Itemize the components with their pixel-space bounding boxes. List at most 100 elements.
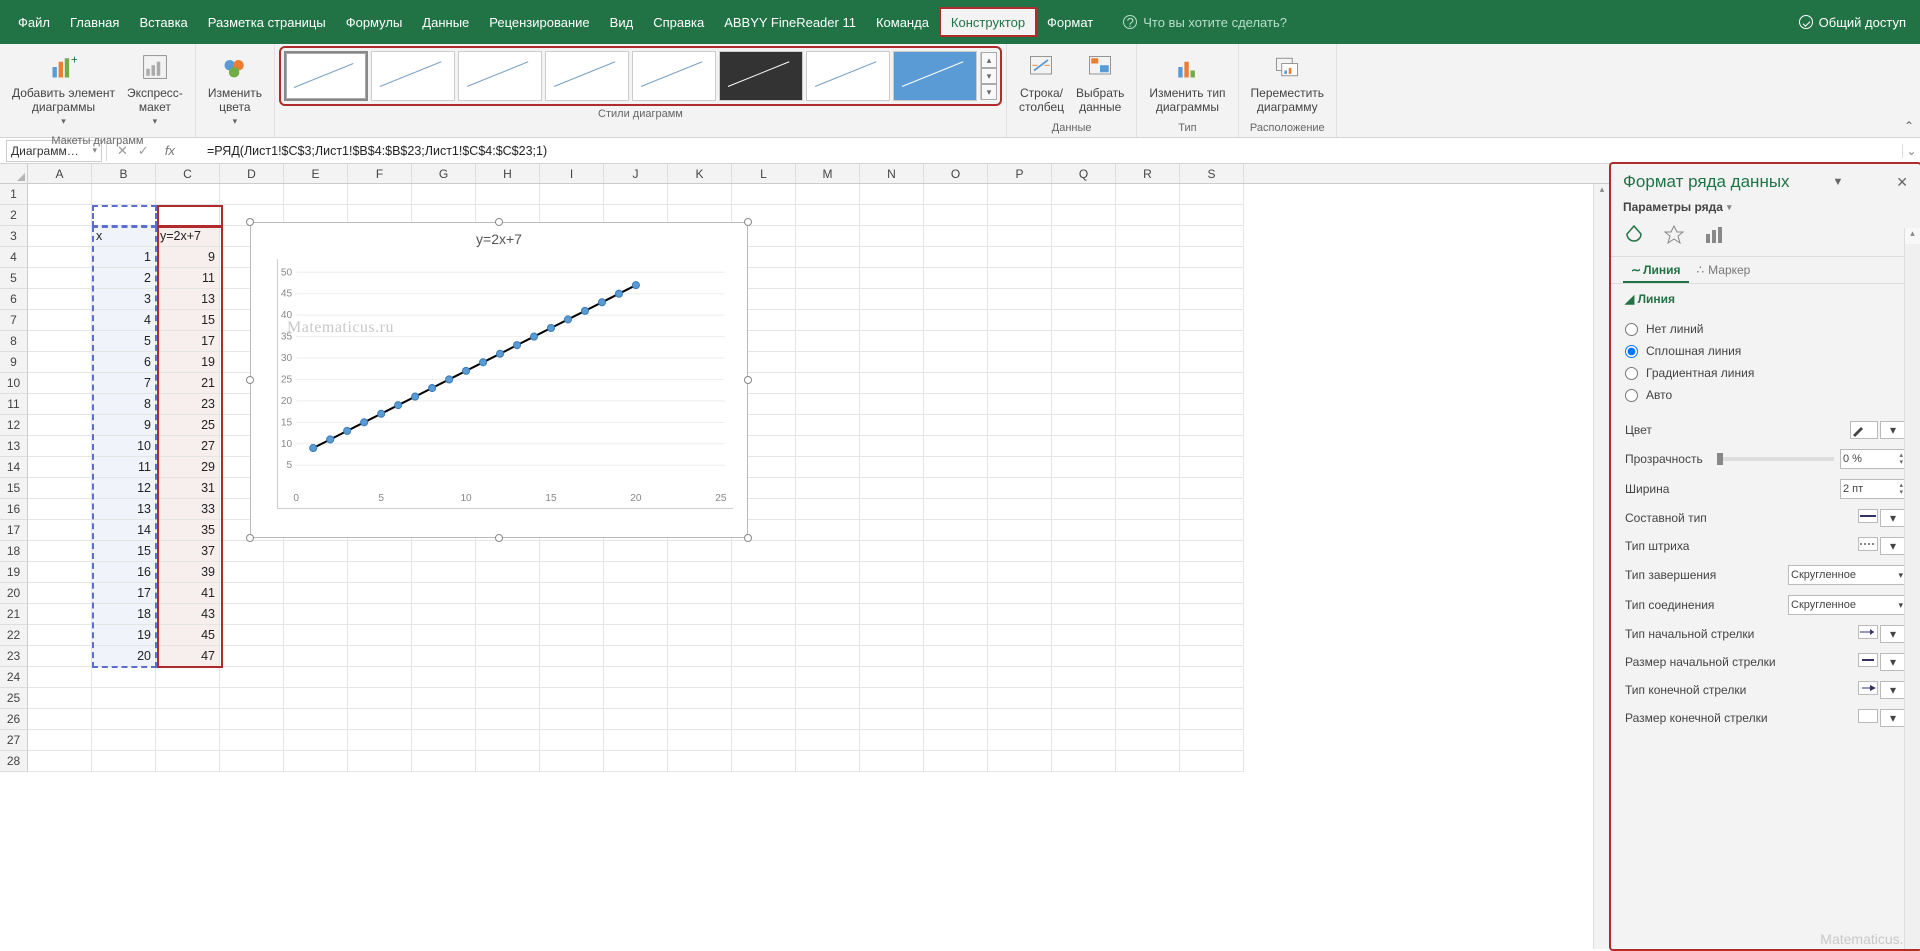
cell[interactable]: [28, 583, 92, 604]
cell[interactable]: 25: [156, 415, 220, 436]
cell[interactable]: 27: [156, 436, 220, 457]
cell[interactable]: [988, 436, 1052, 457]
cell[interactable]: [988, 205, 1052, 226]
compound-dropdown[interactable]: ▾: [1880, 509, 1906, 527]
dash-dropdown[interactable]: ▾: [1880, 537, 1906, 555]
cell[interactable]: 17: [92, 583, 156, 604]
cell[interactable]: [732, 583, 796, 604]
cell[interactable]: [28, 436, 92, 457]
cell[interactable]: 9: [156, 247, 220, 268]
cell[interactable]: [1052, 478, 1116, 499]
cell[interactable]: [220, 541, 284, 562]
transparency-input[interactable]: 0 %▴▾: [1840, 449, 1906, 469]
row-header[interactable]: 26: [0, 709, 28, 730]
cell[interactable]: [668, 730, 732, 751]
cell[interactable]: [540, 688, 604, 709]
chart-style-1[interactable]: [284, 51, 368, 101]
cell[interactable]: [156, 751, 220, 772]
cell[interactable]: [1180, 751, 1244, 772]
row-header[interactable]: 2: [0, 205, 28, 226]
cell[interactable]: [284, 646, 348, 667]
cell[interactable]: [1052, 247, 1116, 268]
column-header[interactable]: K: [668, 164, 732, 183]
cell[interactable]: 18: [92, 604, 156, 625]
cell[interactable]: [604, 667, 668, 688]
cell[interactable]: [668, 541, 732, 562]
cell[interactable]: [92, 205, 156, 226]
cell[interactable]: [924, 667, 988, 688]
cell[interactable]: [668, 583, 732, 604]
formula-input[interactable]: =РЯД(Лист1!$C$3;Лист1!$B$4:$B$23;Лист1!$…: [187, 144, 1902, 158]
cell[interactable]: [860, 646, 924, 667]
cell[interactable]: [796, 415, 860, 436]
cell[interactable]: [604, 709, 668, 730]
collapse-ribbon-button[interactable]: ⌃: [1904, 119, 1914, 133]
cell[interactable]: [860, 331, 924, 352]
panel-dropdown-icon[interactable]: ▼: [1832, 176, 1843, 188]
cell[interactable]: [1116, 646, 1180, 667]
series-options-tab-icon[interactable]: [1703, 224, 1725, 246]
cell[interactable]: [1180, 352, 1244, 373]
cell[interactable]: [1052, 457, 1116, 478]
cell[interactable]: [860, 457, 924, 478]
cell[interactable]: [220, 751, 284, 772]
cell[interactable]: 2: [92, 268, 156, 289]
cell[interactable]: [540, 562, 604, 583]
cell[interactable]: [1052, 268, 1116, 289]
cell[interactable]: [1180, 373, 1244, 394]
column-header[interactable]: Q: [1052, 164, 1116, 183]
cell[interactable]: [988, 331, 1052, 352]
cell[interactable]: 37: [156, 541, 220, 562]
cell[interactable]: [348, 646, 412, 667]
cell[interactable]: [796, 289, 860, 310]
cell[interactable]: [1116, 730, 1180, 751]
cell[interactable]: [28, 688, 92, 709]
quick-layout-button[interactable]: Экспресс- макет ▾: [121, 48, 189, 131]
end-arrow-picker[interactable]: [1858, 681, 1878, 695]
cell[interactable]: [988, 709, 1052, 730]
cell[interactable]: [1052, 583, 1116, 604]
end-arrow-dropdown[interactable]: ▾: [1880, 681, 1906, 699]
row-header[interactable]: 17: [0, 520, 28, 541]
chart-styles-gallery[interactable]: ▴ ▾ ▾: [281, 48, 1000, 104]
cell[interactable]: [924, 688, 988, 709]
cell[interactable]: [1180, 520, 1244, 541]
cell[interactable]: [860, 625, 924, 646]
radio-solid-line[interactable]: Сплошная линия: [1625, 340, 1906, 362]
cell[interactable]: [860, 751, 924, 772]
cell[interactable]: [604, 730, 668, 751]
cell[interactable]: [604, 541, 668, 562]
cell[interactable]: [796, 730, 860, 751]
cell[interactable]: [476, 541, 540, 562]
cell[interactable]: [796, 310, 860, 331]
end-size-picker[interactable]: [1858, 709, 1878, 723]
chart-style-5[interactable]: [632, 51, 716, 101]
cell[interactable]: [1052, 436, 1116, 457]
cell[interactable]: [860, 478, 924, 499]
row-header[interactable]: 14: [0, 457, 28, 478]
cell[interactable]: [796, 352, 860, 373]
cell[interactable]: [668, 709, 732, 730]
cell[interactable]: [988, 289, 1052, 310]
menu-tab-справка[interactable]: Справка: [643, 7, 714, 37]
cell[interactable]: [28, 226, 92, 247]
cell[interactable]: [156, 184, 220, 205]
cell[interactable]: [540, 583, 604, 604]
cell[interactable]: [540, 604, 604, 625]
row-header[interactable]: 9: [0, 352, 28, 373]
cell[interactable]: [668, 646, 732, 667]
cell[interactable]: [1180, 562, 1244, 583]
cell[interactable]: [284, 751, 348, 772]
cell[interactable]: [28, 751, 92, 772]
dash-picker[interactable]: [1858, 537, 1878, 551]
cell[interactable]: [988, 541, 1052, 562]
cell[interactable]: [1180, 625, 1244, 646]
change-chart-type-button[interactable]: Изменить тип диаграммы: [1143, 48, 1231, 117]
cell[interactable]: [860, 352, 924, 373]
cell[interactable]: [1180, 226, 1244, 247]
cell[interactable]: [1180, 184, 1244, 205]
cell[interactable]: [732, 667, 796, 688]
cell[interactable]: [924, 226, 988, 247]
cell[interactable]: 39: [156, 562, 220, 583]
cell[interactable]: [284, 562, 348, 583]
